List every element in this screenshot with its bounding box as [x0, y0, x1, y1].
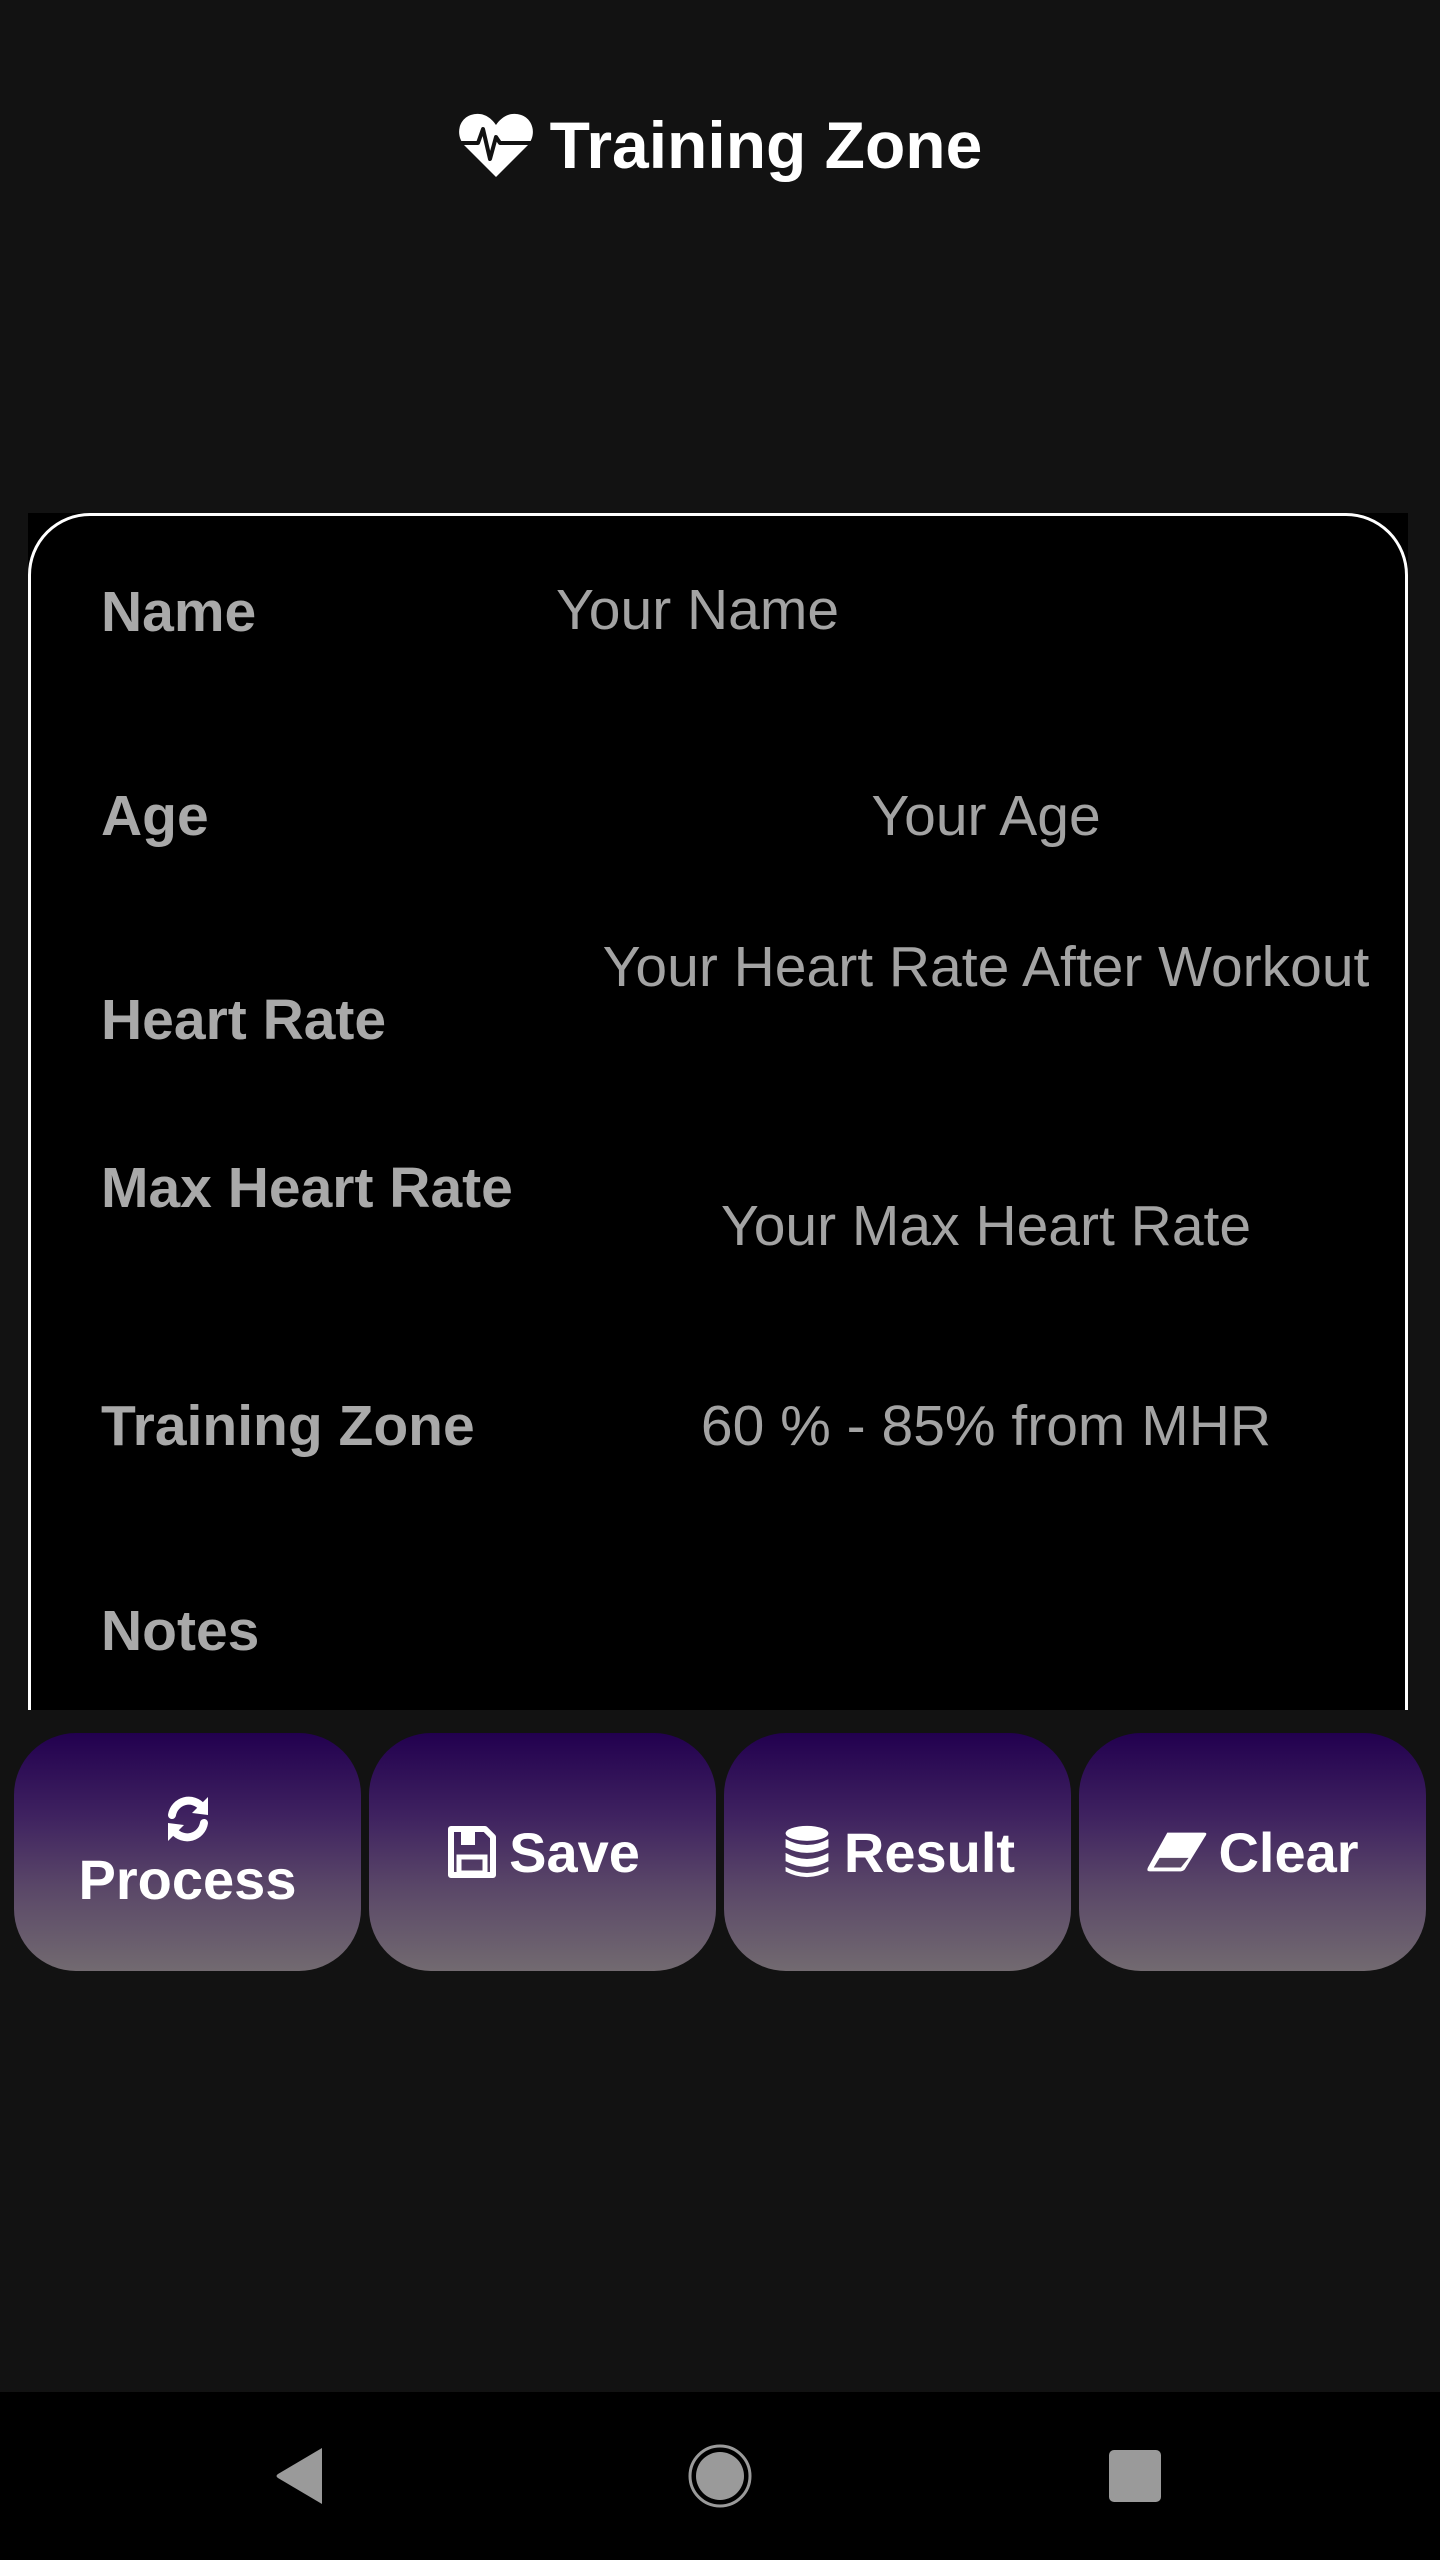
age-label: Age: [101, 784, 209, 848]
heart-pulse-icon: [458, 111, 534, 179]
floppy-disk-icon: [445, 1825, 499, 1879]
form-row-max-heart-rate: Max Heart Rate: [31, 1152, 1408, 1312]
form-card: Name Age Heart Rate Your Heart Rate Afte…: [28, 513, 1408, 1710]
back-button[interactable]: [200, 2392, 400, 2560]
heart-rate-label: Heart Rate: [101, 988, 387, 1052]
system-navigation-bar: [0, 2392, 1440, 2560]
recents-square-icon: [1109, 2450, 1161, 2502]
max-heart-rate-label: Max Heart Rate: [101, 1156, 513, 1220]
home-button[interactable]: [620, 2392, 820, 2560]
training-zone-label: Training Zone: [101, 1394, 475, 1458]
form-row-name: Name: [31, 574, 1408, 736]
process-button[interactable]: Process: [14, 1733, 361, 1971]
name-input[interactable]: [556, 574, 1381, 646]
clear-button[interactable]: Clear: [1079, 1733, 1426, 1971]
form-card-viewport[interactable]: Name Age Heart Rate Your Heart Rate Afte…: [28, 513, 1408, 1710]
result-label: Result: [843, 1820, 1016, 1884]
form-row-age: Age: [31, 780, 1408, 940]
process-label: Process: [78, 1847, 297, 1911]
database-icon: [780, 1825, 834, 1879]
form-row-notes: Notes: [31, 1595, 1408, 1710]
sync-icon: [161, 1793, 215, 1845]
home-circle-icon: [688, 2444, 752, 2508]
save-button[interactable]: Save: [369, 1733, 716, 1971]
heart-rate-input[interactable]: Your Heart Rate After Workout: [591, 932, 1381, 1057]
age-input[interactable]: [591, 780, 1381, 852]
app-title: Training Zone: [549, 108, 983, 182]
eraser-icon: [1146, 1825, 1208, 1879]
notes-input[interactable]: [591, 1595, 1381, 1667]
max-heart-rate-input[interactable]: [591, 1190, 1381, 1262]
clear-label: Clear: [1218, 1820, 1359, 1884]
app-header: Training Zone: [0, 100, 1440, 190]
form-row-training-zone: Training Zone 60 % - 85% from MHR: [31, 1390, 1408, 1550]
action-buttons: Process Save Result Clear: [14, 1733, 1426, 1971]
form-row-heart-rate: Heart Rate Your Heart Rate After Workout: [31, 935, 1408, 1144]
result-button[interactable]: Result: [724, 1733, 1071, 1971]
name-label: Name: [101, 580, 257, 644]
back-triangle-icon: [276, 2448, 322, 2504]
training-zone-value: 60 % - 85% from MHR: [700, 1394, 1272, 1458]
save-label: Save: [509, 1820, 640, 1884]
screen: Training Zone Name Age Heart Rate Your H…: [0, 0, 1440, 2560]
recents-button[interactable]: [1035, 2392, 1235, 2560]
notes-label: Notes: [101, 1599, 260, 1663]
